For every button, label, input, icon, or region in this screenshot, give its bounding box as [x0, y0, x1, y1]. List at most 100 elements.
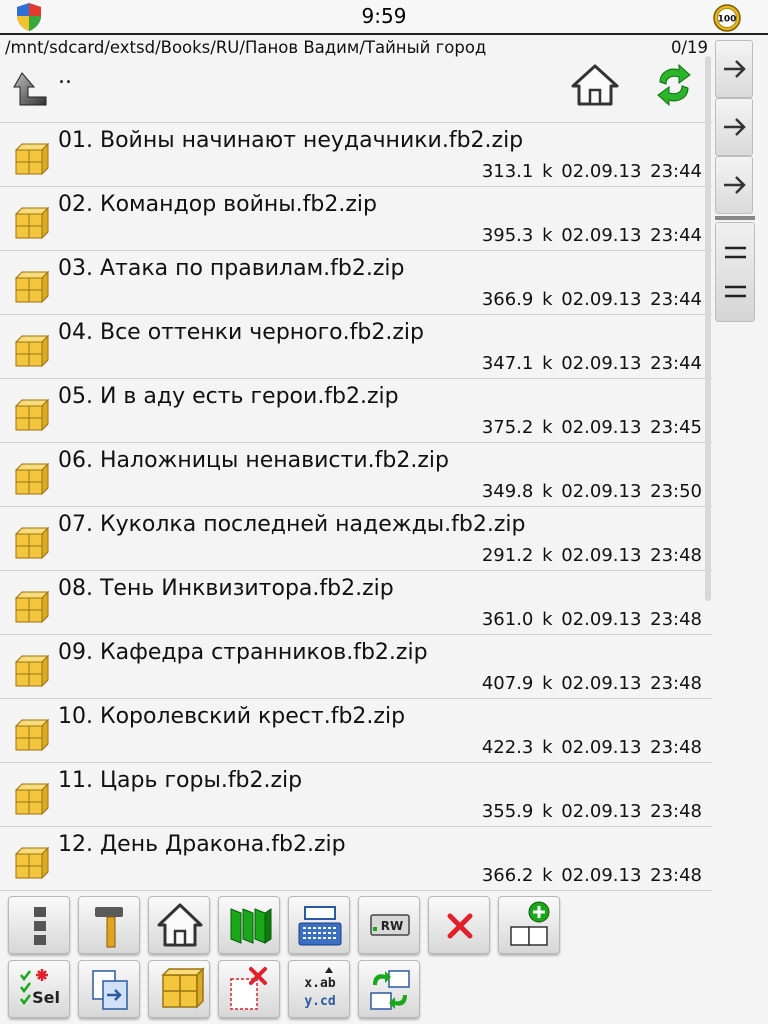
- right-arrow-icon: [724, 118, 746, 136]
- file-row[interactable]: 07. Куколка последней надежды.fb2.zip 291…: [0, 507, 712, 571]
- file-time: 23:48: [650, 545, 702, 566]
- new-panel-button[interactable]: [498, 896, 560, 954]
- file-row[interactable]: 02. Командор войны.fb2.zip 395.3 k 02.09.…: [0, 187, 712, 251]
- file-name: 04. Все оттенки черного.fb2.zip: [58, 320, 424, 345]
- file-time: 23:48: [650, 609, 702, 630]
- file-size: 355.9 k: [481, 801, 553, 822]
- forward-button-2[interactable]: [715, 98, 753, 156]
- file-size: 422.3 k: [481, 737, 553, 758]
- select-icon: Sel: [20, 969, 60, 1007]
- file-row[interactable]: 03. Атака по правилам.fb2.zip 366.9 k 02.…: [0, 251, 712, 315]
- rename-icon: x.ab y.cd: [304, 967, 336, 1009]
- books-icon: [230, 908, 272, 944]
- file-row[interactable]: 05. И в аду есть герои.fb2.zip 375.2 k 02…: [0, 379, 712, 443]
- file-meta: 347.1 k 02.09.13 23:44: [482, 353, 702, 374]
- file-size: 349.8 k: [481, 481, 553, 502]
- file-row[interactable]: 04. Все оттенки черного.fb2.zip 347.1 k 0…: [0, 315, 712, 379]
- battery-level: 100: [718, 15, 737, 25]
- forward-button-1[interactable]: [715, 40, 753, 98]
- file-date: 02.09.13: [561, 545, 642, 566]
- file-time: 23:44: [650, 225, 702, 246]
- file-meta: 375.2 k 02.09.13 23:45: [482, 417, 702, 438]
- file-size: 361.0 k: [481, 609, 553, 630]
- file-row[interactable]: 08. Тень Инквизитора.fb2.zip 361.0 k 02.0…: [0, 571, 712, 635]
- equals-icon: [725, 246, 746, 298]
- file-size: 313.1 k: [481, 161, 553, 182]
- file-row[interactable]: 11. Царь горы.fb2.zip 355.9 k 02.09.13 23…: [0, 763, 712, 827]
- file-row[interactable]: 10. Королевский крест.fb2.zip 422.3 k 02.…: [0, 699, 712, 763]
- read-write-button[interactable]: RW: [358, 896, 420, 954]
- archive-file-icon: [14, 782, 50, 816]
- home-button[interactable]: [148, 896, 210, 954]
- delete-file-icon: [230, 967, 267, 1010]
- home-icon: [157, 903, 203, 947]
- status-divider: [0, 33, 768, 35]
- file-row[interactable]: 06. Наложницы ненависти.fb2.zip 349.8 k 0…: [0, 443, 712, 507]
- bookmarks-button[interactable]: [218, 896, 280, 954]
- hammer-icon: [95, 907, 123, 948]
- file-list[interactable]: 01. Войны начинают неудачники.fb2.zip 313…: [0, 122, 712, 892]
- file-meta: 407.9 k 02.09.13 23:48: [482, 673, 702, 694]
- file-row[interactable]: 12. День Дракона.fb2.zip 366.2 k 02.09.13…: [0, 827, 712, 891]
- file-meta: 366.9 k 02.09.13 23:44: [482, 289, 702, 310]
- file-name: 12. День Дракона.fb2.zip: [58, 832, 346, 857]
- forward-button-3[interactable]: [715, 156, 753, 214]
- delete-button[interactable]: [428, 896, 490, 954]
- file-name: 07. Куколка последней надежды.fb2.zip: [58, 512, 526, 537]
- file-row[interactable]: 01. Войны начинают неудачники.fb2.zip 313…: [0, 123, 712, 187]
- menu-button[interactable]: [8, 896, 70, 954]
- battery-icon: 100: [713, 4, 741, 32]
- status-bar: 9:59 100: [0, 0, 768, 33]
- selection-count: 0/19: [670, 38, 708, 57]
- file-date: 02.09.13: [561, 225, 642, 246]
- archive-file-icon: [14, 142, 50, 176]
- file-meta: 313.1 k 02.09.13 23:44: [482, 161, 702, 182]
- file-time: 23:44: [650, 289, 702, 310]
- file-name: 05. И в аду есть герои.fb2.zip: [58, 384, 399, 409]
- home-icon[interactable]: [570, 62, 620, 108]
- copy-icon: [92, 970, 128, 1010]
- file-row[interactable]: 09. Кафедра странников.fb2.zip 407.9 k 02…: [0, 635, 712, 699]
- archive-file-icon: [14, 398, 50, 432]
- file-name: 01. Войны начинают неудачники.fb2.zip: [58, 128, 524, 153]
- archive-file-icon: [14, 718, 50, 752]
- delete-file-button[interactable]: [218, 960, 280, 1018]
- up-arrow-icon[interactable]: [12, 71, 50, 111]
- bottom-toolbar: RW Sel x.ab y.cd: [0, 892, 768, 1024]
- file-time: 23:48: [650, 673, 702, 694]
- right-arrow-icon: [724, 176, 746, 194]
- file-date: 02.09.13: [561, 673, 642, 694]
- file-time: 23:48: [650, 737, 702, 758]
- copy-button[interactable]: [78, 960, 140, 1018]
- equal-buttons[interactable]: [715, 222, 755, 322]
- file-size: 395.3 k: [481, 225, 553, 246]
- rw-icon: RW: [370, 914, 410, 936]
- archive-button[interactable]: [148, 960, 210, 1018]
- clock: 9:59: [361, 4, 407, 28]
- new-panel-icon: [510, 901, 550, 946]
- archive-file-icon: [14, 590, 50, 624]
- current-path: /mnt/sdcard/extsd/Books/RU/Панов Вадим/Т…: [5, 38, 487, 57]
- refresh-icon[interactable]: [654, 64, 694, 106]
- tools-button[interactable]: [78, 896, 140, 954]
- archive-file-icon: [14, 462, 50, 496]
- scrollbar[interactable]: [705, 56, 711, 601]
- archive-file-icon: [14, 270, 50, 304]
- select-button[interactable]: Sel: [8, 960, 70, 1018]
- delete-icon: [447, 913, 473, 939]
- rename-button[interactable]: x.ab y.cd: [288, 960, 350, 1018]
- file-date: 02.09.13: [561, 865, 642, 886]
- rail-divider: [715, 216, 755, 220]
- file-date: 02.09.13: [561, 481, 642, 502]
- file-time: 23:44: [650, 353, 702, 374]
- menu-icon: [34, 907, 46, 945]
- keyboard-icon: [298, 906, 342, 946]
- file-time: 23:48: [650, 801, 702, 822]
- parent-directory[interactable]: ..: [58, 64, 72, 89]
- file-size: 407.9 k: [481, 673, 553, 694]
- swap-panels-button[interactable]: [358, 960, 420, 1018]
- file-meta: 355.9 k 02.09.13 23:48: [482, 801, 702, 822]
- swap-panels-icon: [370, 970, 410, 1010]
- archive-file-icon: [14, 206, 50, 240]
- keyboard-button[interactable]: [288, 896, 350, 954]
